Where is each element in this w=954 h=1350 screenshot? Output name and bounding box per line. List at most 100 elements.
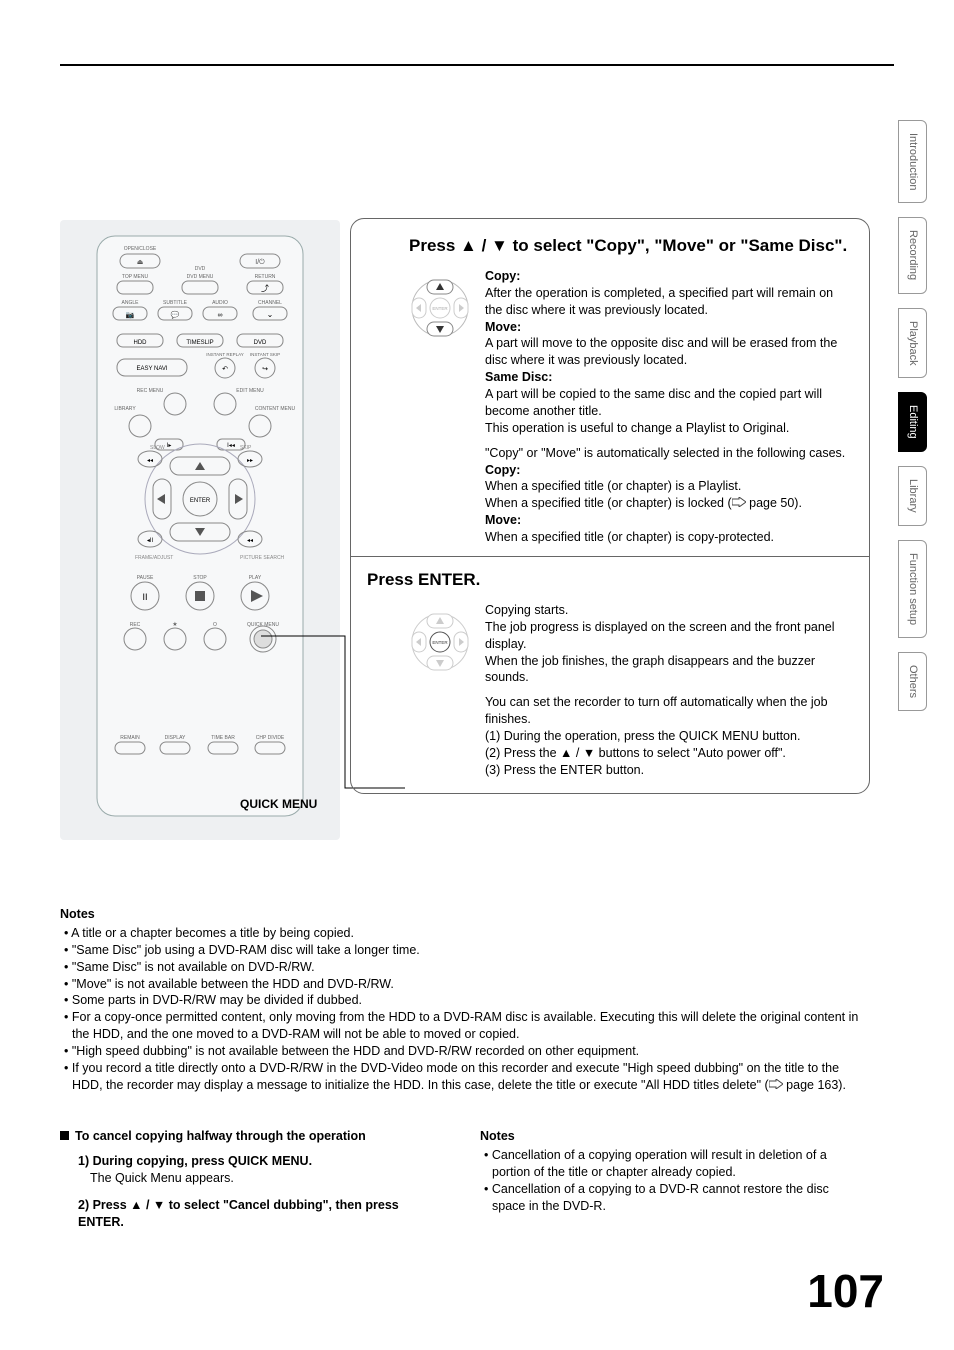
step2-p3: When the job finishes, the graph disappe… — [485, 653, 851, 687]
label-dvd-menu: DVD MENU — [187, 274, 214, 280]
side-tabs: Introduction Recording Playback Editing … — [898, 120, 934, 725]
label-edit-menu: EDIT MENU — [236, 388, 264, 394]
svg-text:⌄: ⌄ — [267, 310, 274, 319]
move-text: A part will move to the opposite disc an… — [485, 335, 851, 369]
square-bullet-icon — [60, 1131, 69, 1140]
label-enter: ENTER — [190, 498, 211, 504]
label-rec: REC — [130, 622, 141, 628]
svg-text:📷: 📷 — [126, 311, 135, 319]
label-open-close: OPEN/CLOSE — [124, 246, 157, 252]
svg-text:∞: ∞ — [218, 312, 223, 319]
label-frame-adjust: FRAME/ADJUST — [135, 555, 173, 561]
svg-text:I◂◂: I◂◂ — [227, 443, 235, 449]
note2-item: Cancellation of a copying to a DVD-R can… — [480, 1181, 864, 1215]
label-pause: PAUSE — [137, 575, 154, 581]
step2-p1: Copying starts. — [485, 602, 851, 619]
page-ref-icon — [769, 1079, 783, 1089]
label-timeslip: TIMESLIP — [186, 340, 213, 346]
label-channel: CHANNEL — [258, 300, 282, 306]
label-remain: REMAIN — [120, 735, 140, 741]
quick-menu-label: QUICK MENU — [240, 796, 317, 812]
tab-editing: Editing — [898, 392, 927, 452]
label-play: PLAY — [249, 575, 262, 581]
step2-p2: The job progress is displayed on the scr… — [485, 619, 851, 653]
note-item: "High speed dubbing" is not available be… — [60, 1043, 864, 1060]
step1-heading: Press ▲ / ▼ to select "Copy", "Move" or … — [409, 235, 851, 258]
notes-list: A title or a chapter becomes a title by … — [60, 925, 864, 1094]
label-star: ★ — [172, 621, 177, 628]
same-disc-text2: This operation is useful to change a Pla… — [485, 420, 851, 437]
notes-heading: Notes — [60, 906, 864, 923]
cancel-step1-bold: During copying, press QUICK MENU. — [93, 1154, 312, 1168]
svg-text:DVD: DVD — [195, 266, 206, 272]
svg-text:◂◂: ◂◂ — [147, 458, 153, 464]
steps-container: Press ▲ / ▼ to select "Copy", "Move" or … — [350, 218, 870, 794]
label-power: I/⏻ — [255, 258, 265, 266]
svg-text:↪: ↪ — [262, 366, 268, 373]
step-box: Press ▲ / ▼ to select "Copy", "Move" or … — [350, 218, 870, 794]
notes2-heading: Notes — [480, 1128, 864, 1145]
label-library: LIBRARY — [114, 406, 136, 412]
move2-label: Move: — [485, 513, 521, 527]
svg-text:▸▸: ▸▸ — [247, 458, 253, 464]
svg-text:⏏: ⏏ — [137, 259, 144, 266]
label-display: DISPLAY — [165, 735, 186, 741]
label-content-menu: CONTENT MENU — [255, 406, 296, 412]
note-item: "Same Disc" job using a DVD-RAM disc wil… — [60, 942, 864, 959]
step2-sub3: (3) Press the ENTER button. — [485, 762, 851, 779]
note-item: A title or a chapter becomes a title by … — [60, 925, 864, 942]
svg-text:II: II — [142, 592, 147, 602]
copy2-line2: When a specified title (or chapter) is l… — [485, 495, 851, 512]
label-stop: STOP — [193, 575, 207, 581]
copy-label: Copy: — [485, 269, 520, 283]
tab-library: Library — [898, 466, 927, 526]
copy-text: After the operation is completed, a spec… — [485, 285, 851, 319]
svg-text:ENTER: ENTER — [432, 306, 448, 311]
label-return: RETURN — [255, 274, 276, 280]
label-dvd: DVD — [254, 340, 267, 346]
auto-select-text: "Copy" or "Move" is automatically select… — [485, 445, 851, 462]
cancel-column: To cancel copying halfway through the op… — [60, 1128, 444, 1230]
note-item: "Move" is not available between the HDD … — [60, 976, 864, 993]
label-o: O — [213, 622, 217, 628]
svg-text:⤴: ⤴ — [261, 283, 269, 293]
dpad-enter-icon: ENTER — [409, 602, 471, 682]
notes2-column: Notes Cancellation of a copying operatio… — [480, 1128, 864, 1230]
label-instant-replay: INSTANT REPLAY — [206, 352, 244, 357]
tab-function-setup: Function setup — [898, 540, 927, 638]
step2-sub2: (2) Press the ▲ / ▼ buttons to select "A… — [485, 745, 851, 762]
label-time-bar: TIME BAR — [211, 735, 235, 741]
page-ref-icon — [732, 497, 746, 507]
cancel-step2: Press ▲ / ▼ to select "Cancel dubbing", … — [78, 1198, 399, 1229]
tab-introduction: Introduction — [898, 120, 927, 203]
step2-p4: You can set the recorder to turn off aut… — [485, 694, 851, 728]
label-top-menu: TOP MENU — [122, 274, 149, 280]
label-audio: AUDIO — [212, 300, 228, 306]
page-number: 107 — [807, 1260, 884, 1322]
tab-recording: Recording — [898, 217, 927, 293]
copy2-label: Copy: — [485, 463, 520, 477]
dpad-icon: ENTER — [409, 268, 471, 348]
label-picture-search: PICTURE SEARCH — [240, 555, 285, 561]
same-disc-label: Same Disc: — [485, 370, 552, 384]
note-item: "Same Disc" is not available on DVD-R/RW… — [60, 959, 864, 976]
step2-sub1: (1) During the operation, press the QUIC… — [485, 728, 851, 745]
label-easy-navi: EASY NAVI — [136, 366, 167, 372]
label-hdd: HDD — [134, 340, 148, 346]
page-top-rule — [60, 64, 894, 66]
note-item: Some parts in DVD-R/RW may be divided if… — [60, 992, 864, 1009]
svg-text:ENTER: ENTER — [432, 640, 448, 645]
copy2-line1: When a specified title (or chapter) is a… — [485, 478, 851, 495]
svg-text:I▸: I▸ — [167, 443, 172, 449]
svg-text:↶: ↶ — [222, 366, 228, 373]
label-angle: ANGLE — [122, 300, 140, 306]
tab-others: Others — [898, 652, 927, 711]
svg-text:◂◂: ◂◂ — [247, 538, 253, 544]
label-rec-menu: REC MENU — [137, 388, 164, 394]
label-subtitle: SUBTITLE — [163, 300, 188, 306]
notes-section: Notes A title or a chapter becomes a tit… — [60, 906, 864, 1094]
label-instant-skip: INSTANT SKIP — [250, 352, 280, 357]
tab-playback: Playback — [898, 308, 927, 379]
cancel-step1-body: The Quick Menu appears. — [78, 1170, 444, 1187]
notes2-list: Cancellation of a copying operation will… — [480, 1147, 864, 1215]
